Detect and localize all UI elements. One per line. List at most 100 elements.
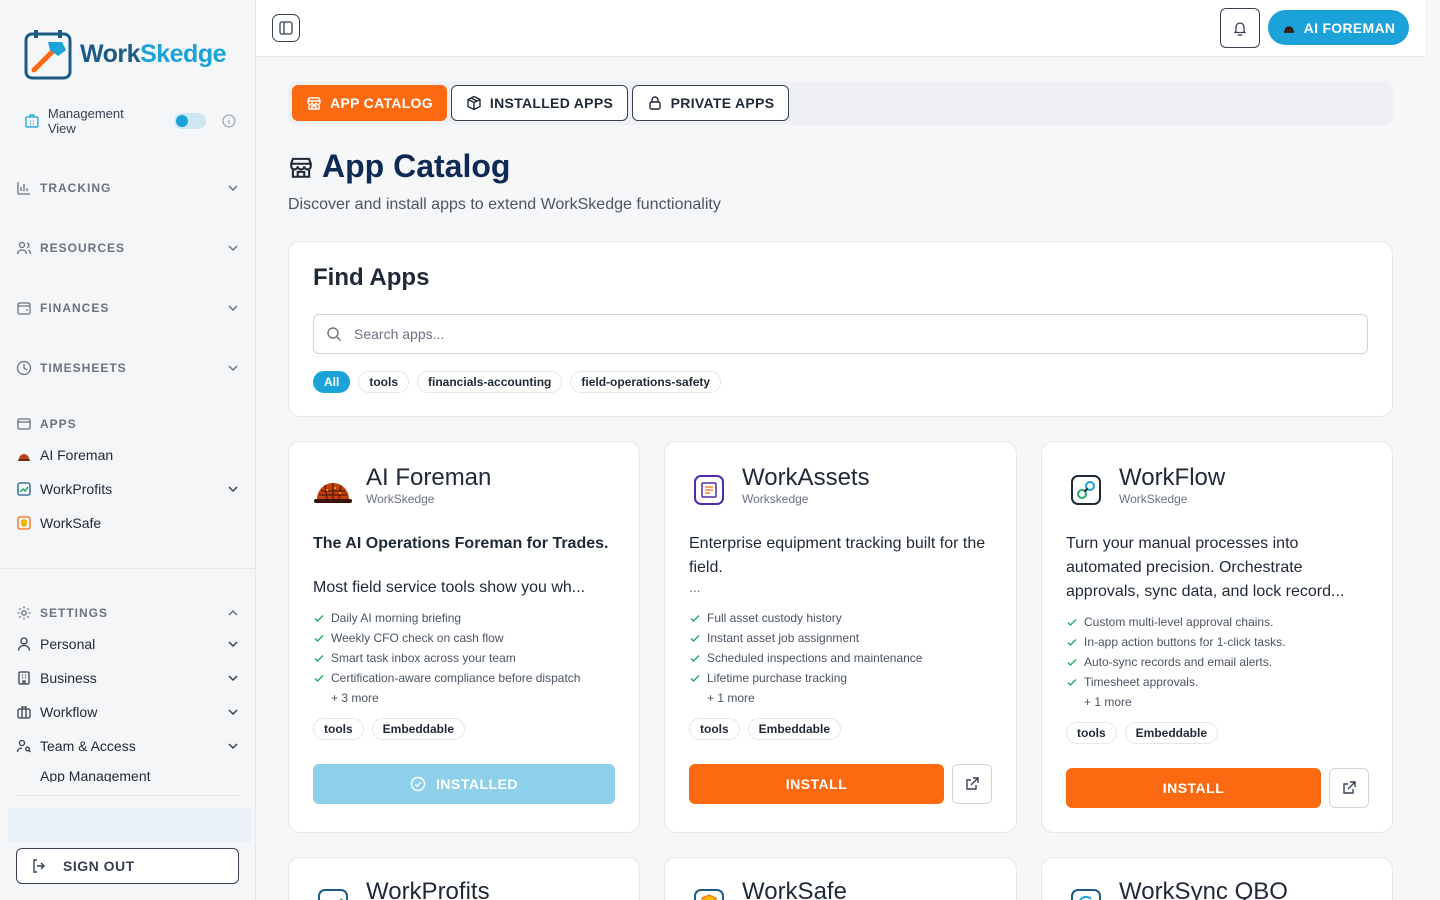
section-label: SETTINGS — [40, 606, 109, 620]
app-name: AI Foreman — [366, 464, 492, 491]
open-external-button[interactable] — [952, 764, 992, 804]
hardhat-icon — [313, 470, 353, 510]
office-building-icon — [18, 671, 30, 685]
logout-icon — [33, 859, 45, 873]
sidebar-section-settings[interactable]: SETTINGS — [16, 605, 240, 621]
worksafe-icon — [689, 884, 729, 900]
installed-button[interactable]: INSTALLED — [313, 764, 615, 804]
app-tag: Embeddable — [371, 718, 466, 740]
open-external-button[interactable] — [1329, 768, 1369, 808]
scrollbar[interactable] — [1425, 0, 1440, 900]
sign-out-button[interactable]: SIGN OUT — [16, 848, 239, 884]
sidebar-item-business[interactable]: Business — [16, 670, 240, 686]
workprofits-icon — [17, 482, 31, 496]
section-label: APPS — [40, 417, 77, 431]
sidebar-item-label: App Management — [40, 770, 151, 782]
sidebar-section-timesheets[interactable]: TIMESHEETS — [16, 360, 240, 376]
feature-item: Weekly CFO check on cash flow — [313, 628, 618, 648]
check-icon — [1067, 679, 1077, 686]
topbar: AI FOREMAN — [256, 0, 1425, 57]
tab-label: PRIVATE APPS — [670, 95, 775, 111]
sidebar-item-label: Workflow — [40, 704, 98, 720]
hardhat-icon — [18, 454, 30, 461]
app-name: WorkSafe — [742, 878, 847, 900]
sidebar-item-workflow[interactable]: Workflow — [16, 704, 240, 720]
store-icon — [307, 97, 321, 110]
sidebar-item-app-management[interactable]: App Management — [16, 770, 240, 782]
panel-left-icon — [279, 21, 293, 35]
sidebar-item-personal[interactable]: Personal — [16, 636, 240, 652]
sidebar-section-resources[interactable]: RESOURCES — [16, 240, 240, 256]
management-view-row: Management View — [24, 106, 236, 136]
sidebar-item-team-access[interactable]: Team & Access — [16, 738, 240, 754]
worksync-icon — [1066, 884, 1106, 900]
sidebar-section-tracking[interactable]: TRACKING — [16, 180, 240, 196]
find-apps-title: Find Apps — [313, 264, 430, 291]
app-card-ai-foreman[interactable]: AI Foreman WorkSkedge The AI Operations … — [288, 441, 640, 833]
install-button[interactable]: INSTALL — [689, 764, 944, 804]
sidebar-item-worksafe[interactable]: WorkSafe — [16, 515, 240, 531]
feature-list: Daily AI morning briefing Weekly CFO che… — [313, 608, 618, 708]
app-card-workprofits[interactable]: WorkProfits — [288, 857, 640, 900]
app-tags: tools Embeddable — [689, 718, 842, 740]
filter-chip-all[interactable]: All — [313, 371, 351, 393]
wallet-icon — [17, 302, 31, 315]
info-icon[interactable] — [222, 114, 236, 128]
app-vendor: Workskedge — [742, 492, 809, 506]
feature-item: Smart task inbox across your team — [313, 648, 618, 668]
section-label: FINANCES — [40, 301, 110, 315]
install-button[interactable]: INSTALL — [1066, 768, 1321, 808]
check-icon — [1067, 619, 1077, 626]
sidebar-item-label: WorkSafe — [40, 515, 102, 531]
section-label: TRACKING — [40, 181, 112, 195]
filter-chip-tools[interactable]: tools — [358, 371, 410, 393]
sidebar-item-label: Team & Access — [40, 738, 136, 754]
bar-chart-icon — [17, 182, 30, 195]
more-features[interactable]: + 3 more — [313, 688, 618, 708]
tab-label: INSTALLED APPS — [489, 95, 614, 111]
ai-foreman-button[interactable]: AI FOREMAN — [1268, 10, 1409, 45]
check-icon — [690, 675, 700, 682]
app-description: The AI Operations Foreman for Trades. Mo… — [313, 532, 618, 600]
chevron-down-icon — [228, 185, 238, 192]
sidebar-item-ai-foreman[interactable]: AI Foreman — [16, 447, 240, 463]
app-name: WorkFlow — [1119, 464, 1226, 491]
sidebar-highlight — [8, 808, 251, 842]
page-subtitle: Discover and install apps to extend Work… — [288, 196, 721, 213]
feature-item: Custom multi-level approval chains. — [1066, 612, 1371, 632]
search-input[interactable] — [354, 326, 1314, 342]
sidebar-item-label: WorkProfits — [40, 481, 113, 497]
search-icon — [327, 327, 341, 341]
page-title-text: App Catalog — [322, 148, 511, 184]
search-box[interactable] — [313, 314, 1368, 354]
chevron-down-icon — [228, 486, 238, 493]
sidebar: WorkSkedge Management View TRACKING RESO… — [0, 0, 256, 900]
chevron-down-icon — [228, 245, 238, 252]
gear-icon — [17, 606, 31, 620]
app-tabs: APP CATALOG INSTALLED APPS PRIVATE APPS — [288, 81, 1393, 125]
tab-private-apps[interactable]: PRIVATE APPS — [632, 85, 789, 121]
external-link-icon — [1343, 781, 1356, 794]
section-label: TIMESHEETS — [40, 361, 127, 375]
workskedge-logo[interactable]: WorkSkedge — [24, 28, 226, 80]
chevron-down-icon — [228, 641, 238, 648]
sidebar-section-finances[interactable]: FINANCES — [16, 300, 240, 316]
check-icon — [690, 655, 700, 662]
tab-installed-apps[interactable]: INSTALLED APPS — [451, 85, 628, 121]
feature-item: Scheduled inspections and maintenance — [689, 648, 994, 668]
filter-chip-financials-accounting[interactable]: financials-accounting — [417, 371, 563, 393]
app-card-workassets[interactable]: WorkAssets Workskedge Enterprise equipme… — [664, 441, 1017, 833]
app-name: WorkSync QBO — [1119, 878, 1288, 900]
toggle-sidebar-button[interactable] — [272, 14, 300, 42]
check-icon — [690, 635, 700, 642]
sidebar-item-workprofits[interactable]: WorkProfits — [16, 481, 240, 497]
more-features[interactable]: + 1 more — [1066, 692, 1371, 712]
tab-app-catalog[interactable]: APP CATALOG — [292, 85, 447, 121]
filter-chip-field-operations-safety[interactable]: field-operations-safety — [570, 371, 722, 393]
app-card-workflow[interactable]: WorkFlow WorkSkedge Turn your manual pro… — [1041, 441, 1393, 833]
app-card-worksync-qbo[interactable]: WorkSync QBO — [1041, 857, 1393, 900]
app-card-worksafe[interactable]: WorkSafe — [664, 857, 1017, 900]
more-features[interactable]: + 1 more — [689, 688, 994, 708]
notifications-button[interactable] — [1220, 8, 1260, 48]
management-view-toggle[interactable] — [174, 113, 207, 129]
